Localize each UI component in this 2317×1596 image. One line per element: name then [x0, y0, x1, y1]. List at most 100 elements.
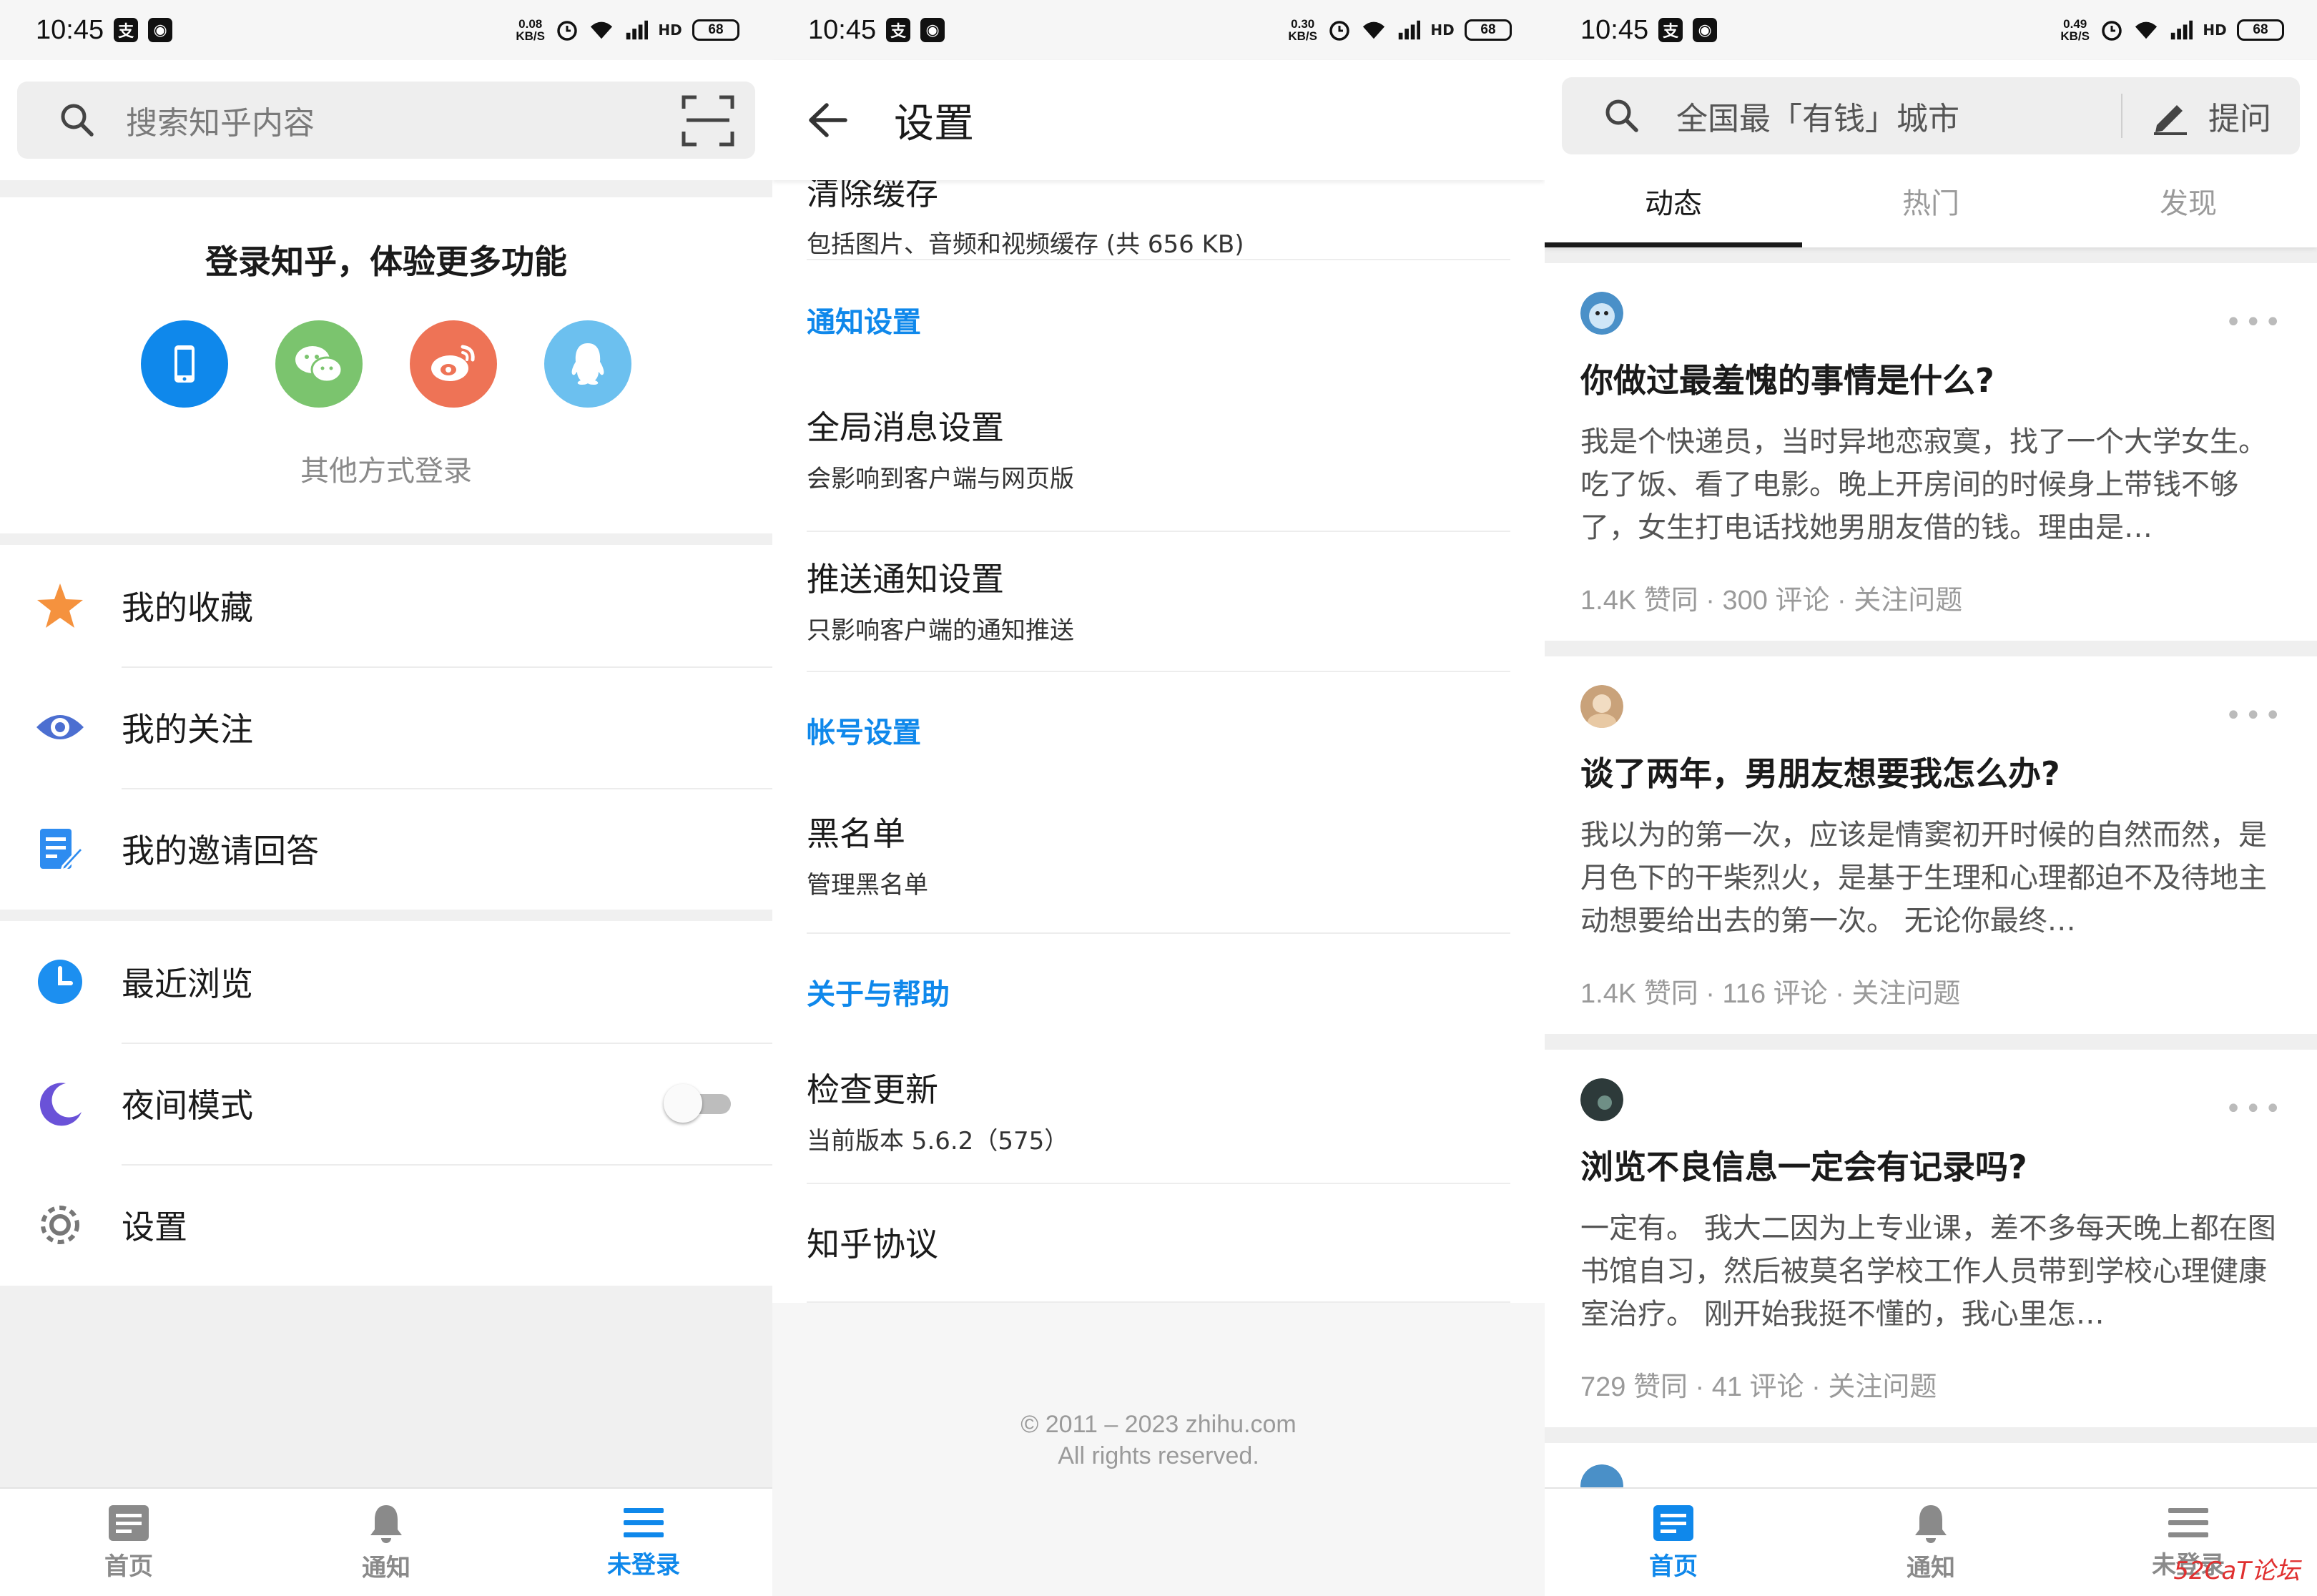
avatar[interactable]: [1580, 1078, 1623, 1121]
gear-icon: [34, 1199, 86, 1251]
feed-header: 全国最「有钱」城市 提问 动态 热门 发现: [1545, 60, 2317, 247]
menu-item-favorites[interactable]: 我的收藏: [0, 545, 772, 666]
more-options-icon[interactable]: •••: [2225, 1093, 2284, 1125]
edit-note-icon: [34, 823, 86, 875]
status-time: 10:45: [1580, 14, 1649, 45]
feed-list: ••• 你做过最羞愧的事情是什么? 我是个快递员，当时异地恋寂寞，找了一个大学女…: [1545, 263, 2317, 1529]
nav-label: 通知: [362, 1553, 410, 1582]
menu-group-settings: 最近浏览 夜间模式 设置: [0, 921, 772, 1286]
pencil-icon: [2154, 105, 2187, 135]
setting-clear-cache[interactable]: 清除缓存 包括图片、音频和视频缓存 (共 656 KB): [807, 167, 1510, 260]
qq-icon: [571, 343, 604, 385]
more-options-icon[interactable]: •••: [2225, 699, 2284, 732]
other-login-link[interactable]: 其他方式登录: [0, 448, 772, 489]
battery-indicator: 68: [1465, 19, 1512, 41]
setting-title: 全局消息设置: [807, 408, 1004, 447]
settings-list: 清除缓存 包括图片、音频和视频缓存 (共 656 KB) 通知设置 全局消息设置…: [772, 167, 1545, 1303]
tab-hot[interactable]: 热门: [1802, 154, 2060, 247]
tab-discover[interactable]: 发现: [2060, 154, 2317, 247]
login-title: 登录知乎，体验更多功能: [205, 242, 567, 281]
nav-home[interactable]: 首页: [1545, 1489, 1802, 1596]
scan-icon[interactable]: [681, 93, 735, 147]
setting-agreement[interactable]: 知乎协议: [807, 1184, 1510, 1303]
bell-icon: [370, 1504, 402, 1543]
back-arrow-icon[interactable]: [808, 102, 848, 138]
card-meta: 1.4K 赞同 · 300 评论 · 关注问题: [1580, 586, 1963, 616]
answer-excerpt[interactable]: 我是个快递员，当时异地恋寂寞，找了一个大学女生。吃了饭、看了电影。晚上开房间的时…: [1580, 420, 2281, 549]
search-icon: [61, 104, 94, 137]
section-notify: 通知设置: [807, 260, 1510, 380]
moon-icon: [34, 1078, 86, 1129]
setting-blacklist[interactable]: 黑名单 管理黑名单: [807, 794, 1510, 934]
nav-label: 首页: [104, 1552, 153, 1581]
wifi-icon: [1362, 18, 1386, 42]
search-header: 搜索知乎内容: [0, 60, 772, 180]
menu-icon: [2168, 1507, 2208, 1537]
setting-subtitle: 包括图片、音频和视频缓存 (共 656 KB): [807, 230, 1244, 259]
status-time: 10:45: [808, 14, 877, 45]
feed-card[interactable]: ••• 谈了两年，男朋友想要我怎么办? 我以为的第一次，应该是情窦初开时候的自然…: [1545, 656, 2317, 1034]
menu-item-following[interactable]: 我的关注: [0, 666, 772, 788]
menu-label: 我的邀请回答: [122, 832, 319, 870]
night-mode-toggle[interactable]: [664, 1084, 732, 1123]
qq-login-button[interactable]: [544, 320, 631, 408]
nav-label: 首页: [1649, 1552, 1698, 1581]
weibo-login-button[interactable]: [410, 320, 497, 408]
setting-check-update[interactable]: 检查更新 当前版本 5.6.2（575）: [807, 1048, 1510, 1184]
setting-subtitle: 会影响到客户端与网页版: [807, 465, 1074, 493]
section-header: 关于与帮助: [807, 978, 950, 1011]
wifi-icon: [2134, 18, 2158, 42]
menu-label: 我的关注: [122, 710, 253, 749]
net-speed: 0.08 KB/S: [516, 17, 545, 43]
question-title[interactable]: 谈了两年，男朋友想要我怎么办?: [1580, 748, 2281, 795]
search-bar[interactable]: 全国最「有钱」城市 提问: [1562, 77, 2300, 154]
setting-global-messages[interactable]: 全局消息设置 会影响到客户端与网页版: [807, 380, 1510, 532]
question-title[interactable]: 你做过最羞愧的事情是什么?: [1580, 355, 2281, 402]
home-feed-screen: 10:45 支 ◉ 0.49 KB/S HD 68 全国最「有钱」城市 提问 动…: [1545, 0, 2317, 1596]
status-bar: 10:45 支 ◉ 0.08 KB/S HD 68: [0, 0, 772, 60]
nav-notify[interactable]: 通知: [257, 1489, 515, 1596]
login-card: 登录知乎，体验更多功能 其他方式登录: [0, 197, 772, 533]
setting-subtitle: 管理黑名单: [807, 871, 928, 900]
watermark: 52CaT论坛: [2173, 1557, 2300, 1585]
weibo-icon: [431, 345, 475, 381]
setting-push-notifications[interactable]: 推送通知设置 只影响客户端的通知推送: [807, 532, 1510, 672]
search-placeholder: 全国最「有钱」城市: [1676, 101, 1959, 137]
feed-card[interactable]: ••• 你做过最羞愧的事情是什么? 我是个快递员，当时异地恋寂寞，找了一个大学女…: [1545, 263, 2317, 641]
nav-label: 通知: [1907, 1553, 1955, 1582]
star-icon: [34, 580, 86, 631]
bottom-nav: 首页 通知 未登录: [0, 1487, 772, 1596]
tab-following[interactable]: 动态: [1545, 154, 1802, 247]
answer-excerpt[interactable]: 一定有。 我大二因为上专业课，差不多每天晚上都在图书馆自习，然后被莫名学校工作人…: [1580, 1207, 2281, 1336]
menu-item-recent[interactable]: 最近浏览: [0, 921, 772, 1043]
status-time: 10:45: [36, 14, 104, 45]
eye-icon: [34, 701, 86, 753]
menu-label: 我的收藏: [122, 588, 253, 627]
status-bar: 10:45 支 ◉ 0.30 KB/S HD 68: [772, 0, 1545, 60]
menu-item-settings[interactable]: 设置: [0, 1164, 772, 1286]
search-bar[interactable]: 搜索知乎内容: [17, 82, 755, 159]
signal-icon: [1396, 18, 1420, 42]
feed-tabs: 动态 热门 发现: [1545, 154, 2317, 247]
menu-item-invited-answers[interactable]: 我的邀请回答: [0, 788, 772, 910]
page-title: 设置: [894, 100, 974, 147]
phone-login-button[interactable]: [141, 320, 228, 408]
setting-title: 知乎协议: [807, 1225, 938, 1264]
message-icon: ◉: [1693, 18, 1718, 42]
copyright-line: © 2011 – 2023 zhihu.com: [1020, 1411, 1297, 1438]
answer-excerpt[interactable]: 我以为的第一次，应该是情窦初开时候的自然而然，是月色下的干柴烈火，是基于生理和心…: [1580, 814, 2281, 942]
setting-title: 黑名单: [807, 814, 905, 853]
alarm-icon: [555, 18, 579, 42]
avatar[interactable]: [1580, 292, 1623, 335]
avatar[interactable]: [1580, 685, 1623, 731]
wechat-login-button[interactable]: [275, 320, 363, 408]
hd-icon: HD: [2203, 21, 2227, 39]
nav-home[interactable]: 首页: [0, 1489, 257, 1596]
more-options-icon[interactable]: •••: [2225, 306, 2284, 339]
feed-card[interactable]: ••• 浏览不良信息一定会有记录吗? 一定有。 我大二因为上专业课，差不多每天晚…: [1545, 1050, 2317, 1427]
nav-account[interactable]: 未登录: [515, 1489, 772, 1596]
bell-icon: [1915, 1504, 1947, 1543]
question-title[interactable]: 浏览不良信息一定会有记录吗?: [1580, 1141, 2281, 1188]
nav-notify[interactable]: 通知: [1802, 1489, 2060, 1596]
ask-button[interactable]: 提问: [2208, 93, 2271, 139]
